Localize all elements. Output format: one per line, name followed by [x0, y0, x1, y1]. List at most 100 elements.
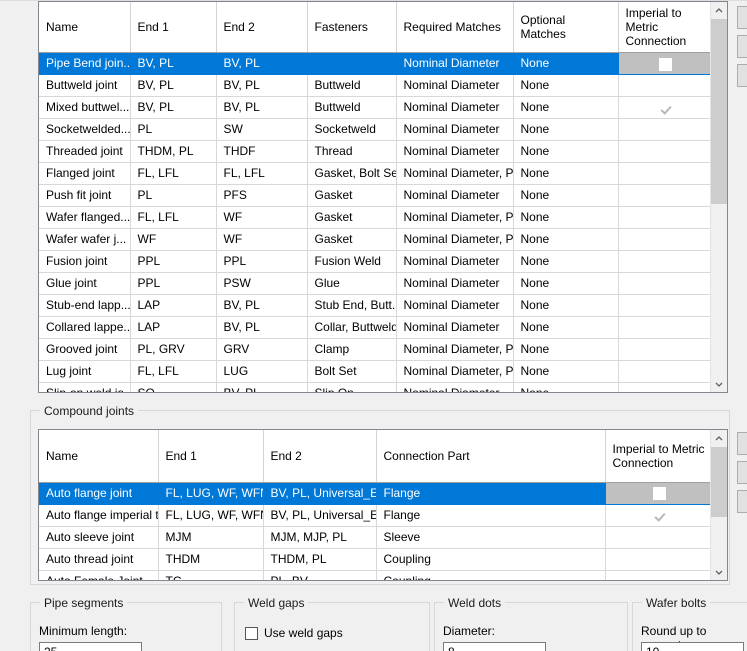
table-row[interactable]: Fusion joint PPL PPL Fusion Weld Nominal Dia… — [39, 250, 710, 274]
cell-name[interactable]: Collared lappe... — [39, 316, 131, 340]
col-header-fasteners[interactable]: Fasteners — [307, 2, 397, 54]
cell-fasteners[interactable]: Glue — [307, 272, 397, 296]
checkbox-unchecked-icon[interactable] — [659, 299, 672, 313]
col-header-required-matches[interactable]: Required Matches — [396, 2, 514, 54]
compound-col-header-name[interactable]: Name — [39, 430, 159, 483]
cell-end2[interactable]: PL, BV — [263, 570, 377, 580]
imperial-to-metric-cell[interactable] — [618, 206, 710, 230]
cell-end1[interactable]: BV, PL — [130, 96, 217, 120]
joints-scroll-down-button[interactable] — [711, 375, 727, 392]
cell-end2[interactable]: BV, PL, Universal_ET — [263, 504, 377, 527]
checkbox-unchecked-icon[interactable] — [659, 255, 672, 269]
table-row[interactable]: Auto sleeve joint MJM MJM, MJP, PL Sleeve — [39, 526, 710, 549]
cell-end1[interactable]: WF — [130, 228, 217, 252]
weld-dot-diameter-input[interactable] — [443, 642, 546, 651]
cell-name[interactable]: Lug joint — [39, 360, 131, 384]
table-row[interactable]: Auto flange jointFL, LUG, WF, WFNGBV, PL… — [39, 482, 710, 505]
cell-optional-matches[interactable]: None — [513, 294, 619, 318]
cell-end1[interactable]: TC — [158, 570, 264, 580]
imperial-to-metric-cell[interactable] — [618, 162, 710, 186]
checkbox-unchecked-icon[interactable] — [652, 574, 666, 580]
cell-end2[interactable]: LUG — [216, 360, 308, 384]
checkbox-unchecked-icon[interactable] — [659, 277, 672, 291]
cell-end2[interactable]: PPL — [216, 250, 308, 274]
col-header-imperial-to-metric[interactable]: Imperial to Metric Connection — [618, 2, 710, 54]
cell-fasteners[interactable]: Thread — [307, 140, 397, 164]
cell-fasteners[interactable]: Socketweld — [307, 118, 397, 142]
cell-fasteners[interactable]: Buttweld — [307, 96, 397, 120]
cell-optional-matches[interactable]: None — [513, 228, 619, 252]
cell-end2[interactable]: THDM, PL — [263, 548, 377, 571]
cell-end1[interactable]: THDM — [158, 548, 264, 571]
table-row[interactable]: Mixed buttwel... BV, PL BV, PL Buttweld Nomi… — [39, 96, 710, 120]
table-row[interactable]: Threaded joint THDM, PL THDF Thread Nominal … — [39, 140, 710, 164]
cell-required-matches[interactable]: Nominal Diameter, Pr... — [396, 360, 514, 384]
cell-fasteners[interactable]: Slip On — [307, 382, 397, 392]
cell-fasteners[interactable]: Gasket — [307, 228, 397, 252]
table-row[interactable]: Lug joint FL, LFL LUG Bolt Set Nominal Diame… — [39, 360, 710, 384]
table-row[interactable]: Wafer flanged... FL, LFL WF Gasket Nominal D… — [39, 206, 710, 230]
cell-name[interactable]: Slip-on weld jo... — [39, 382, 131, 392]
table-row[interactable]: Auto Female JointTCPL, BVCoupling — [39, 570, 710, 580]
cell-name[interactable]: Wafer flanged... — [39, 206, 131, 230]
table-row[interactable]: Buttweld joint BV, PL BV, PL Buttweld Nomina… — [39, 74, 710, 98]
imperial-to-metric-cell[interactable] — [618, 52, 710, 76]
cell-end1[interactable]: PL — [130, 184, 217, 208]
cell-name[interactable]: Flanged joint — [39, 162, 131, 186]
imperial-to-metric-cell[interactable] — [618, 96, 710, 120]
compound-scroll-up-button[interactable] — [711, 430, 727, 447]
checkbox-unchecked-icon[interactable] — [652, 530, 666, 544]
cell-name[interactable]: Auto sleeve joint — [39, 526, 159, 549]
cell-optional-matches[interactable]: None — [513, 316, 619, 340]
cell-end2[interactable]: BV, PL — [216, 316, 308, 340]
cell-required-matches[interactable]: Nominal Diameter, Pr... — [396, 206, 514, 230]
imperial-to-metric-cell[interactable] — [618, 382, 710, 392]
imperial-to-metric-cell[interactable] — [618, 338, 710, 362]
joints-scroll-up-button[interactable] — [711, 2, 727, 19]
cell-required-matches[interactable]: Nominal Diameter — [396, 294, 514, 318]
cell-end1[interactable]: FL, LUG, WF, WFNG — [158, 504, 264, 527]
cell-name[interactable]: Pipe Bend join... — [39, 52, 131, 76]
cell-required-matches[interactable]: Nominal Diameter, Pr... — [396, 162, 514, 186]
cell-fasteners[interactable]: Gasket — [307, 184, 397, 208]
cell-fasteners[interactable]: Gasket, Bolt Set — [307, 162, 397, 186]
cell-required-matches[interactable]: Nominal Diameter — [396, 140, 514, 164]
cell-required-matches[interactable]: Nominal Diameter — [396, 74, 514, 98]
minimum-length-input[interactable] — [39, 642, 142, 651]
cell-end1[interactable]: BV, PL — [130, 52, 217, 76]
cell-name[interactable]: Threaded joint — [39, 140, 131, 164]
cell-connection-part[interactable]: Flange — [376, 504, 606, 527]
cell-end1[interactable]: MJM — [158, 526, 264, 549]
compound-col-header-connection-part[interactable]: Connection Part — [376, 430, 606, 483]
use-weld-gaps-checkbox[interactable]: Use weld gaps — [245, 626, 343, 640]
wafer-bolts-round-input[interactable] — [641, 642, 744, 651]
table-row[interactable]: Grooved joint PL, GRV GRV Clamp Nominal Diam… — [39, 338, 710, 362]
cell-name[interactable]: Mixed buttwel... — [39, 96, 131, 120]
cell-end1[interactable]: FL, LFL — [130, 162, 217, 186]
checkbox-unchecked-icon[interactable] — [659, 211, 672, 225]
imperial-to-metric-cell[interactable] — [618, 250, 710, 274]
cell-required-matches[interactable]: Nominal Diameter — [396, 382, 514, 392]
imperial-to-metric-cell[interactable] — [618, 272, 710, 296]
compound-scrollbar[interactable] — [710, 430, 727, 580]
cell-end2[interactable]: BV, PL — [216, 96, 308, 120]
cell-required-matches[interactable]: Nominal Diameter — [396, 118, 514, 142]
checkbox-unchecked-icon[interactable] — [659, 387, 672, 392]
cell-optional-matches[interactable]: None — [513, 140, 619, 164]
table-row[interactable]: Flanged joint FL, LFL FL, LFL Gasket, Bolt … — [39, 162, 710, 186]
imperial-to-metric-cell[interactable] — [618, 74, 710, 98]
cell-end1[interactable]: PL — [130, 118, 217, 142]
cell-end2[interactable]: PSW — [216, 272, 308, 296]
checkbox-unchecked-icon[interactable] — [652, 486, 666, 500]
cell-name[interactable]: Auto flange joint — [39, 482, 159, 505]
table-row[interactable]: Wafer wafer j... WF WF Gasket Nominal Diamet… — [39, 228, 710, 252]
imperial-to-metric-cell[interactable] — [605, 482, 710, 505]
compound-edit-button[interactable] — [737, 461, 747, 484]
cell-required-matches[interactable]: Nominal Diameter — [396, 96, 514, 120]
checkbox-unchecked-icon[interactable] — [659, 189, 672, 203]
cell-fasteners[interactable]: Stub End, Butt... — [307, 294, 397, 318]
checkbox-unchecked-icon[interactable] — [659, 365, 672, 379]
table-row[interactable]: Slip-on weld jo...SOBV, PLSlip OnNominal… — [39, 382, 710, 392]
cell-required-matches[interactable]: Nominal Diameter — [396, 272, 514, 296]
col-header-end2[interactable]: End 2 — [216, 2, 308, 54]
